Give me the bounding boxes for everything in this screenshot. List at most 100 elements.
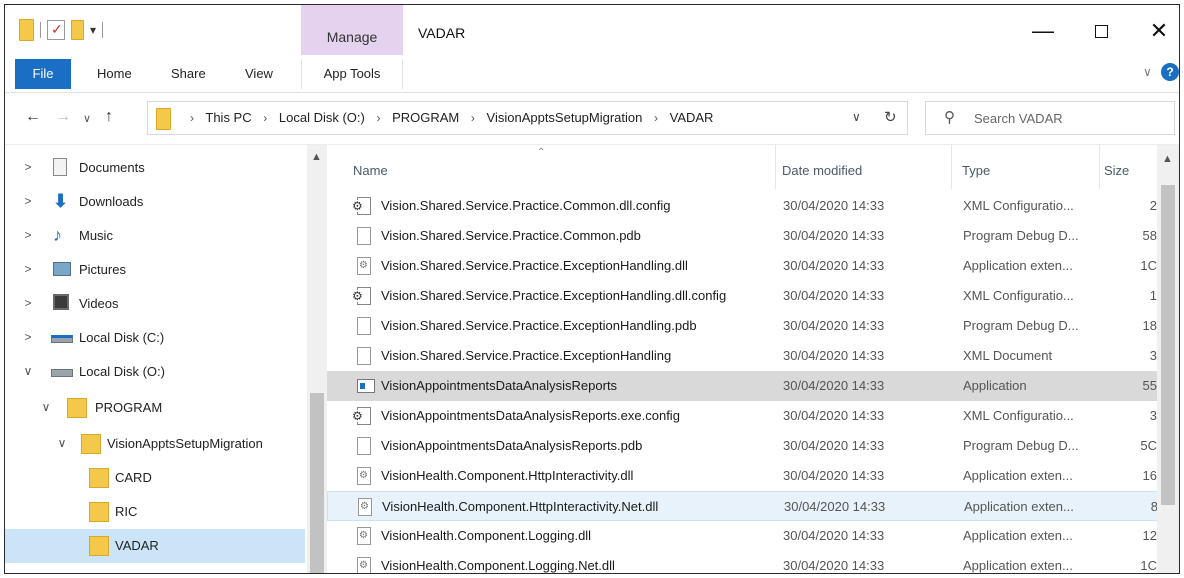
expand-icon[interactable]: >: [21, 194, 35, 208]
scroll-up-icon[interactable]: ▲: [1162, 153, 1173, 165]
file-row[interactable]: VisionHealth.Component.Logging.Net.dll 3…: [327, 551, 1159, 573]
nav-item-vadar[interactable]: VADAR: [5, 529, 305, 563]
column-header-size[interactable]: Size: [1099, 145, 1159, 189]
file-row[interactable]: VisionHealth.Component.HttpInteractivity…: [327, 461, 1159, 491]
nav-item-ric[interactable]: RIC: [5, 495, 305, 529]
nav-item-local-disk-c[interactable]: > Local Disk (C:): [5, 321, 305, 355]
file-row[interactable]: Vision.Shared.Service.Practice.Common.pd…: [327, 221, 1159, 251]
nav-item-visionapptssetupmigration[interactable]: ∨ VisionApptsSetupMigration: [5, 427, 305, 461]
breadcrumb-item[interactable]: Local Disk (O:): [279, 110, 365, 125]
file-date: 30/04/2020 14:33: [783, 378, 885, 393]
tab-home[interactable]: Home: [97, 59, 132, 89]
breadcrumb-item[interactable]: PROGRAM: [392, 110, 459, 125]
breadcrumb-item[interactable]: VisionApptsSetupMigration: [487, 110, 643, 125]
file-icon: [357, 437, 371, 455]
back-button[interactable]: ←: [25, 108, 41, 126]
column-header-date-modified[interactable]: Date modified: [775, 145, 951, 189]
file-row[interactable]: Vision.Shared.Service.Practice.Exception…: [327, 251, 1159, 281]
tab-app-tools[interactable]: App Tools: [301, 59, 403, 89]
maximize-button[interactable]: [1081, 19, 1121, 43]
new-folder-icon[interactable]: [71, 20, 84, 40]
up-button[interactable]: ↑: [105, 108, 113, 126]
file-row[interactable]: VisionHealth.Component.Logging.dll 30/04…: [327, 521, 1159, 551]
nav-item-pictures[interactable]: > Pictures: [5, 253, 305, 287]
expand-icon[interactable]: >: [21, 330, 35, 344]
chevron-right-icon[interactable]: ›: [654, 111, 658, 125]
expand-icon[interactable]: >: [21, 228, 35, 242]
file-date: 30/04/2020 14:33: [783, 348, 885, 363]
file-date: 30/04/2020 14:33: [783, 228, 885, 243]
file-size: 5C: [1140, 438, 1157, 453]
scroll-up-icon[interactable]: ▲: [311, 151, 322, 163]
file-size: 12: [1142, 528, 1157, 543]
expand-icon[interactable]: >: [21, 160, 35, 174]
collapse-icon[interactable]: ∨: [39, 400, 53, 414]
tab-manage[interactable]: Manage: [301, 5, 403, 59]
file-row[interactable]: VisionAppointmentsDataAnalysisReports.pd…: [327, 431, 1159, 461]
column-header-name[interactable]: ⌃ Name: [327, 145, 775, 189]
expand-ribbon-icon[interactable]: ∨: [1143, 65, 1152, 79]
customize-toolbar-icon[interactable]: ▾: [90, 23, 96, 37]
file-name: VisionAppointmentsDataAnalysisReports.pd…: [381, 438, 643, 453]
nav-item-documents[interactable]: > Documents: [5, 151, 305, 185]
nav-item-label: Videos: [79, 296, 119, 311]
file-icon: [357, 347, 371, 365]
search-placeholder: Search VADAR: [974, 111, 1063, 126]
file-row-hover[interactable]: VisionHealth.Component.HttpInteractivity…: [327, 491, 1159, 521]
tab-file[interactable]: File: [15, 59, 71, 89]
drive-icon: [51, 362, 73, 380]
collapse-icon[interactable]: ∨: [55, 436, 69, 450]
nav-item-label: PROGRAM: [95, 400, 163, 415]
refresh-icon[interactable]: ↻: [884, 108, 897, 126]
nav-item-label: Music: [79, 228, 113, 243]
file-name: VisionHealth.Component.Logging.Net.dll: [381, 558, 615, 573]
file-row[interactable]: Vision.Shared.Service.Practice.Exception…: [327, 341, 1159, 371]
minimize-button[interactable]: —: [1023, 19, 1063, 43]
file-type: Application exten...: [963, 528, 1073, 543]
expand-icon[interactable]: >: [21, 262, 35, 276]
expand-icon[interactable]: >: [21, 296, 35, 310]
forward-button[interactable]: →: [55, 108, 71, 126]
file-list-scrollbar[interactable]: ▲: [1157, 145, 1179, 573]
tab-share[interactable]: Share: [171, 59, 206, 89]
scrollbar-thumb[interactable]: [310, 393, 324, 573]
file-row[interactable]: Vision.Shared.Service.Practice.Exception…: [327, 311, 1159, 341]
title-bar: ▾ Manage VADAR — ✕: [5, 5, 1179, 59]
breadcrumb-item[interactable]: VADAR: [670, 110, 714, 125]
nav-item-downloads[interactable]: > ⬇ Downloads: [5, 185, 305, 219]
nav-item-videos[interactable]: > Videos: [5, 287, 305, 321]
file-row[interactable]: VisionAppointmentsDataAnalysisReports.ex…: [327, 401, 1159, 431]
address-toolbar: ← → ∨ ↑ › This PC › Local Disk (O:) › PR…: [5, 93, 1179, 145]
separator: [40, 22, 41, 38]
collapse-icon[interactable]: ∨: [21, 364, 35, 378]
breadcrumb: › This PC › Local Disk (O:) › PROGRAM › …: [182, 110, 713, 125]
dll-file-icon: [357, 257, 371, 275]
nav-item-card[interactable]: CARD: [5, 461, 305, 495]
column-header-type[interactable]: Type: [951, 145, 1099, 189]
properties-icon[interactable]: [47, 20, 65, 40]
ribbon-tabs: File Home Share View App Tools ∨ ?: [5, 55, 1179, 93]
nav-item-local-disk-o[interactable]: ∨ Local Disk (O:): [5, 355, 305, 389]
chevron-right-icon[interactable]: ›: [190, 111, 194, 125]
address-bar[interactable]: › This PC › Local Disk (O:) › PROGRAM › …: [147, 101, 908, 135]
breadcrumb-item[interactable]: This PC: [205, 110, 251, 125]
close-button[interactable]: ✕: [1139, 19, 1179, 43]
file-row-selected[interactable]: VisionAppointmentsDataAnalysisReports 30…: [327, 371, 1159, 401]
file-row[interactable]: Vision.Shared.Service.Practice.Common.dl…: [327, 191, 1159, 221]
nav-item-program[interactable]: ∨ PROGRAM: [5, 391, 305, 425]
file-row[interactable]: Vision.Shared.Service.Practice.Exception…: [327, 281, 1159, 311]
scrollbar-thumb[interactable]: [1161, 185, 1175, 505]
search-input[interactable]: ⚲ Search VADAR: [925, 101, 1175, 135]
recent-locations-icon[interactable]: ∨: [83, 112, 91, 125]
tab-view[interactable]: View: [245, 59, 273, 89]
address-dropdown-icon[interactable]: ∨: [852, 110, 861, 124]
chevron-right-icon[interactable]: ›: [471, 111, 475, 125]
nav-item-label: VisionApptsSetupMigration: [107, 436, 263, 451]
chevron-right-icon[interactable]: ›: [263, 111, 267, 125]
help-icon[interactable]: ?: [1161, 63, 1179, 81]
nav-item-music[interactable]: > ♪ Music: [5, 219, 305, 253]
file-type: Application exten...: [963, 258, 1073, 273]
chevron-right-icon[interactable]: ›: [376, 111, 380, 125]
navigation-scrollbar[interactable]: ▲: [307, 145, 327, 573]
file-name: VisionAppointmentsDataAnalysisReports: [381, 378, 618, 393]
